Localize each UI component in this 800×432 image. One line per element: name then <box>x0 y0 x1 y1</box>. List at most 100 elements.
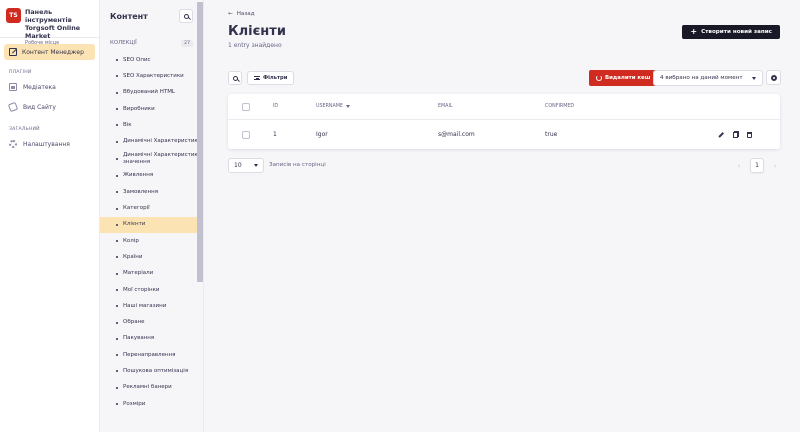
collection-item[interactable]: Мої сторінки <box>100 282 203 298</box>
entries-table: ID USERNAME EMAIL CONFIRMED 1 Igor s@mai… <box>228 94 780 149</box>
collection-item[interactable]: Колір <box>100 233 203 249</box>
nav-item-label: Вид Сайту <box>23 103 56 111</box>
collection-item[interactable]: Динамічні Характеристики <box>100 133 203 149</box>
collection-item[interactable]: Вік <box>100 117 203 133</box>
collections-label: КОЛЕКЦІЇ <box>110 40 137 46</box>
page-number-current[interactable]: 1 <box>750 158 764 173</box>
visible-fields-select[interactable]: 4 вибрано на даний момент <box>653 70 763 86</box>
pagination: ‹ 1 › <box>734 158 780 173</box>
collection-item[interactable]: Перенаправлення <box>100 347 203 363</box>
collection-item-label: Рекламні банери <box>123 384 172 391</box>
collection-item[interactable]: Розміри <box>100 396 203 412</box>
collection-item[interactable]: Живлення <box>100 168 203 184</box>
bullet-icon <box>116 240 118 243</box>
collection-item[interactable]: Категорії <box>100 200 203 216</box>
pencil-icon[interactable] <box>718 131 724 138</box>
collection-item-label: Перенаправлення <box>123 351 176 358</box>
nav-item-site-view[interactable]: Вид Сайту <box>0 97 99 117</box>
entries-count: 1 entry знайдено <box>228 42 282 49</box>
nav-section-general: ЗАГАЛЬНИЙ <box>9 127 40 132</box>
bullet-icon <box>116 91 118 94</box>
select-all-checkbox[interactable] <box>242 102 250 111</box>
refresh-icon <box>596 75 602 81</box>
duplicate-icon[interactable] <box>733 131 738 138</box>
column-header-id[interactable]: ID <box>273 104 278 109</box>
row-checkbox[interactable] <box>242 130 250 139</box>
back-link[interactable]: ← Назад <box>228 11 255 17</box>
collection-item[interactable]: Вбудований HTML <box>100 85 203 101</box>
trash-icon[interactable] <box>747 131 752 138</box>
brand-subtitle: Робоче місце <box>25 40 60 46</box>
bullet-icon <box>116 108 118 111</box>
list-settings-button[interactable] <box>766 70 781 85</box>
collection-item-label: Живлення <box>123 172 154 179</box>
per-page-select[interactable]: 10 <box>228 158 264 173</box>
collection-item[interactable]: SEO Характеристики <box>100 68 203 84</box>
main-content: ← Назад Клієнти 1 entry знайдено + Створ… <box>204 0 800 432</box>
collection-item[interactable]: Динамічні Характеристики значення <box>100 150 203 168</box>
collection-item-label: Пошукова оптимізація <box>123 367 189 374</box>
table-search-button[interactable] <box>228 71 242 85</box>
collections-search-button[interactable] <box>179 9 193 23</box>
collection-item[interactable]: Матеріали <box>100 266 203 282</box>
bullet-icon <box>116 140 118 143</box>
gear-icon <box>9 140 17 148</box>
per-page-value: 10 <box>234 162 242 169</box>
bullet-icon <box>116 403 118 406</box>
site-icon <box>7 101 19 113</box>
collections-scrollbar[interactable] <box>197 2 203 282</box>
bullet-icon <box>116 157 118 160</box>
collection-item-label: Обране <box>123 319 145 326</box>
create-entry-label: Створити новий запис <box>701 29 772 35</box>
collection-item[interactable]: Обране <box>100 314 203 330</box>
collection-item-label: Динамічні Характеристики <box>123 138 202 145</box>
nav-section-plugins: ПЛАГІНИ <box>9 70 32 75</box>
cell-email: s@mail.com <box>438 131 475 138</box>
column-header-username[interactable]: USERNAME <box>316 104 350 109</box>
collection-item[interactable]: Наші магазини <box>100 298 203 314</box>
brand-logo: TS <box>6 8 21 23</box>
column-header-username-label: USERNAME <box>316 104 343 109</box>
column-header-confirmed[interactable]: CONFIRMED <box>545 104 574 109</box>
filter-icon <box>254 76 260 80</box>
sort-desc-icon <box>345 105 350 108</box>
nav-item-media-library[interactable]: Медіатека <box>0 77 99 97</box>
brand-title-line2: Torgsoft Online Market <box>25 24 81 40</box>
nav-item-settings[interactable]: Налаштування <box>0 134 99 154</box>
collection-item-label: Виробники <box>123 105 155 112</box>
collection-item[interactable]: Пошукова оптимізація <box>100 363 203 379</box>
collection-item-label: Мої сторінки <box>123 286 160 293</box>
content-panel: Контент КОЛЕКЦІЇ 27 SEO Опис SEO Характер… <box>100 0 204 432</box>
prev-page-icon[interactable]: ‹ <box>734 162 744 170</box>
collection-item-label: Країни <box>123 253 143 260</box>
bullet-icon <box>116 386 118 389</box>
collection-item[interactable]: Замовлення <box>100 184 203 200</box>
column-header-email[interactable]: EMAIL <box>438 104 453 109</box>
clear-cache-button[interactable]: Видалити кеш <box>589 70 658 86</box>
collection-item[interactable]: Клієнти <box>100 216 203 233</box>
collection-item[interactable]: Виробники <box>100 101 203 117</box>
visible-fields-value: 4 вибрано на даний момент <box>660 75 743 81</box>
cell-confirmed: true <box>545 131 558 138</box>
bullet-icon <box>116 256 118 259</box>
filters-button[interactable]: Фільтри <box>247 71 295 85</box>
collection-item[interactable]: Країни <box>100 249 203 265</box>
collection-item-label: Колір <box>123 237 139 244</box>
chevron-down-icon <box>752 76 756 80</box>
back-label: Назад <box>236 11 255 17</box>
collection-item[interactable]: Пакування <box>100 331 203 347</box>
collection-item[interactable]: SEO Опис <box>100 52 203 68</box>
collection-item-label: Замовлення <box>123 188 159 195</box>
clear-cache-label: Видалити кеш <box>605 75 651 81</box>
table-row[interactable]: 1 Igor s@mail.com true <box>228 120 780 149</box>
collection-item-label: Розміри <box>123 400 146 407</box>
bullet-icon <box>116 59 118 62</box>
gear-icon <box>770 74 777 81</box>
nav-item-label: Налаштування <box>23 140 70 148</box>
next-page-icon[interactable]: › <box>770 162 780 170</box>
bullet-icon <box>116 337 118 340</box>
create-entry-button[interactable]: + Створити новий запис <box>682 25 780 39</box>
collection-item[interactable]: Рекламні банери <box>100 380 203 396</box>
cell-username: Igor <box>316 131 328 138</box>
page-title: Клієнти <box>228 24 286 39</box>
